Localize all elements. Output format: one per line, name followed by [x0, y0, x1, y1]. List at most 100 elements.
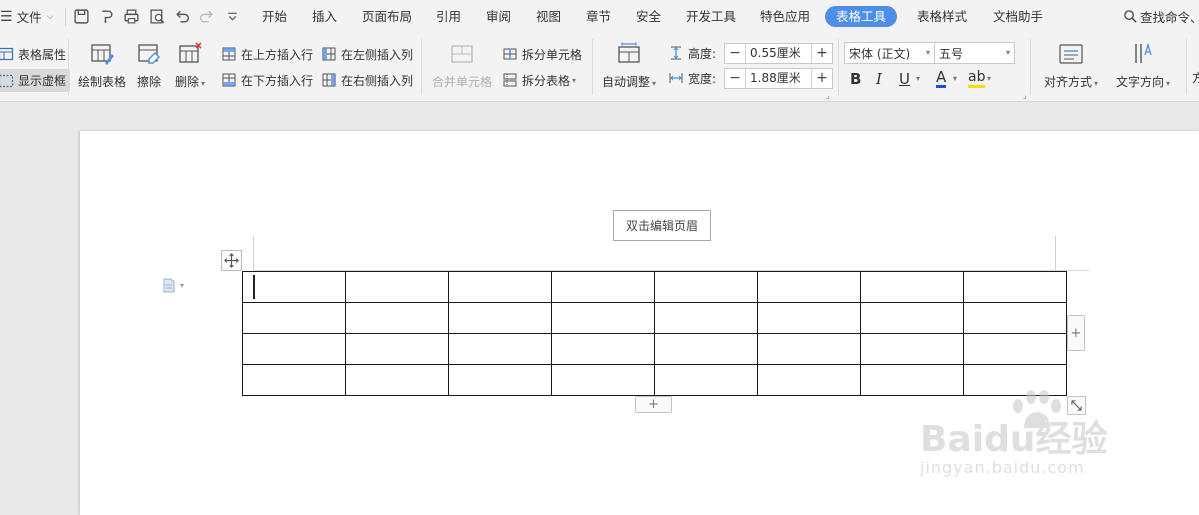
ribbon-overflow-button[interactable]: 方: [1192, 69, 1199, 83]
table-cell[interactable]: [551, 333, 655, 365]
row-height-stepper[interactable]: − 0.55厘米 +: [724, 43, 833, 64]
table-cell[interactable]: [345, 364, 449, 396]
alignment-button[interactable]: 对齐方式 ▾: [1044, 41, 1098, 90]
tab-page-layout[interactable]: 页面布局: [362, 6, 412, 27]
add-row-button[interactable]: +: [635, 396, 672, 413]
split-cells-button[interactable]: 拆分单元格: [502, 44, 582, 64]
table-cell[interactable]: [448, 333, 552, 365]
insert-row-above-button[interactable]: 在上方插入行: [221, 44, 313, 64]
table-cell[interactable]: [757, 302, 861, 334]
highlight-button[interactable]: ab: [968, 70, 986, 88]
table-cell[interactable]: [242, 364, 346, 396]
underline-button[interactable]: U: [899, 70, 910, 88]
table-cell[interactable]: [551, 364, 655, 396]
format-painter-icon[interactable]: [98, 8, 115, 25]
font-name-select[interactable]: 宋体 (正文) ▾: [844, 42, 935, 64]
table-cell[interactable]: [654, 333, 758, 365]
redo-icon[interactable]: [198, 8, 215, 25]
split-table-button[interactable]: 拆分表格 ▾: [502, 70, 576, 90]
table-cell[interactable]: [860, 271, 964, 303]
table-cell[interactable]: [963, 271, 1067, 303]
table-cell[interactable]: [448, 302, 552, 334]
command-search[interactable]: 查找命令、: [1123, 0, 1199, 33]
bold-button[interactable]: B: [850, 70, 861, 88]
delete-button[interactable]: 删除 ▾: [175, 41, 205, 90]
row-height-value[interactable]: 0.55厘米: [745, 44, 812, 63]
tab-table-style[interactable]: 表格样式: [917, 6, 967, 27]
chevron-down-icon: ▾: [201, 79, 206, 88]
tab-view[interactable]: 视图: [536, 6, 561, 27]
table-cell[interactable]: [551, 302, 655, 334]
table-cell[interactable]: [963, 302, 1067, 334]
undo-icon[interactable]: [174, 8, 191, 25]
table-cell[interactable]: [757, 333, 861, 365]
insert-col-left-button[interactable]: 在左侧插入列: [321, 44, 413, 64]
tab-home[interactable]: 开始: [262, 6, 287, 27]
file-menu[interactable]: ☰ 文件 ⌵: [0, 0, 53, 33]
add-column-button[interactable]: +: [1067, 315, 1085, 351]
insert-col-left-label: 在左侧插入列: [341, 47, 414, 62]
tab-insert[interactable]: 插入: [312, 6, 337, 27]
auto-fit-button[interactable]: 自动调整 ▾: [602, 41, 656, 90]
table-cell[interactable]: [448, 364, 552, 396]
table-cell[interactable]: [345, 302, 449, 334]
table-cell[interactable]: [757, 271, 861, 303]
header-edit-tip[interactable]: 双击编辑页眉: [613, 210, 711, 241]
chevron-down-icon[interactable]: ▾: [987, 74, 991, 83]
text-direction-button[interactable]: 文字方向 ▾: [1116, 41, 1170, 90]
minus-icon[interactable]: −: [725, 69, 745, 88]
minus-icon[interactable]: −: [725, 44, 745, 63]
draw-table-button[interactable]: 绘制表格: [78, 41, 126, 90]
table-cell[interactable]: [860, 333, 964, 365]
draw-table-icon: [91, 44, 114, 65]
table-cell[interactable]: [860, 302, 964, 334]
tab-special-apps[interactable]: 特色应用: [760, 6, 810, 27]
font-color-button[interactable]: A: [936, 70, 947, 88]
customize-toolbar-icon[interactable]: [224, 8, 241, 25]
command-search-label: 查找命令、: [1140, 10, 1199, 25]
save-icon[interactable]: [73, 8, 90, 25]
tab-security[interactable]: 安全: [636, 6, 661, 27]
show-gridlines-button[interactable]: 显示虚框: [0, 69, 71, 92]
table-cell[interactable]: [551, 271, 655, 303]
table-cell[interactable]: [757, 364, 861, 396]
table-cell[interactable]: [654, 364, 758, 396]
tab-references[interactable]: 引用: [436, 6, 461, 27]
tab-chapter[interactable]: 章节: [586, 6, 611, 27]
table-cell[interactable]: [654, 302, 758, 334]
plus-icon[interactable]: +: [812, 69, 832, 88]
paragraph-layout-button[interactable]: ▾: [162, 278, 184, 293]
row-height-label: 高度:: [688, 46, 717, 61]
table-cell[interactable]: [448, 271, 552, 303]
table-cell[interactable]: [242, 271, 346, 303]
table-cell[interactable]: [242, 333, 346, 365]
table-cell[interactable]: [345, 271, 449, 303]
document-table[interactable]: [242, 271, 1067, 396]
dialog-launcher-icon[interactable]: ⌟: [1023, 91, 1027, 100]
italic-button[interactable]: I: [876, 70, 882, 88]
plus-icon[interactable]: +: [812, 44, 832, 63]
insert-row-below-button[interactable]: 在下方插入行: [221, 70, 313, 90]
table-move-handle[interactable]: [221, 250, 242, 271]
tab-doc-assistant[interactable]: 文档助手: [993, 6, 1043, 27]
table-properties-button[interactable]: 表格属性: [0, 44, 66, 64]
col-width-value[interactable]: 1.88厘米: [745, 69, 812, 88]
dialog-launcher-icon[interactable]: ⌟: [826, 91, 830, 100]
insert-col-right-button[interactable]: 在右侧插入列: [321, 70, 413, 90]
tab-table-tools[interactable]: 表格工具: [825, 6, 898, 27]
print-icon[interactable]: [123, 8, 140, 25]
print-preview-icon[interactable]: [149, 8, 166, 25]
table-cell[interactable]: [963, 333, 1067, 365]
font-size-select[interactable]: 五号 ▾: [934, 42, 1015, 64]
chevron-down-icon[interactable]: ▾: [953, 74, 957, 83]
merge-cells-button[interactable]: 合并单元格: [432, 41, 492, 90]
table-cell[interactable]: [654, 271, 758, 303]
table-cell[interactable]: [345, 333, 449, 365]
table-cell[interactable]: [242, 302, 346, 334]
tab-developer[interactable]: 开发工具: [686, 6, 736, 27]
eraser-button[interactable]: 擦除: [136, 41, 162, 90]
search-icon: [1124, 10, 1137, 23]
tab-review[interactable]: 审阅: [486, 6, 511, 27]
col-width-stepper[interactable]: − 1.88厘米 +: [724, 68, 833, 89]
chevron-down-icon[interactable]: ▾: [916, 74, 920, 83]
